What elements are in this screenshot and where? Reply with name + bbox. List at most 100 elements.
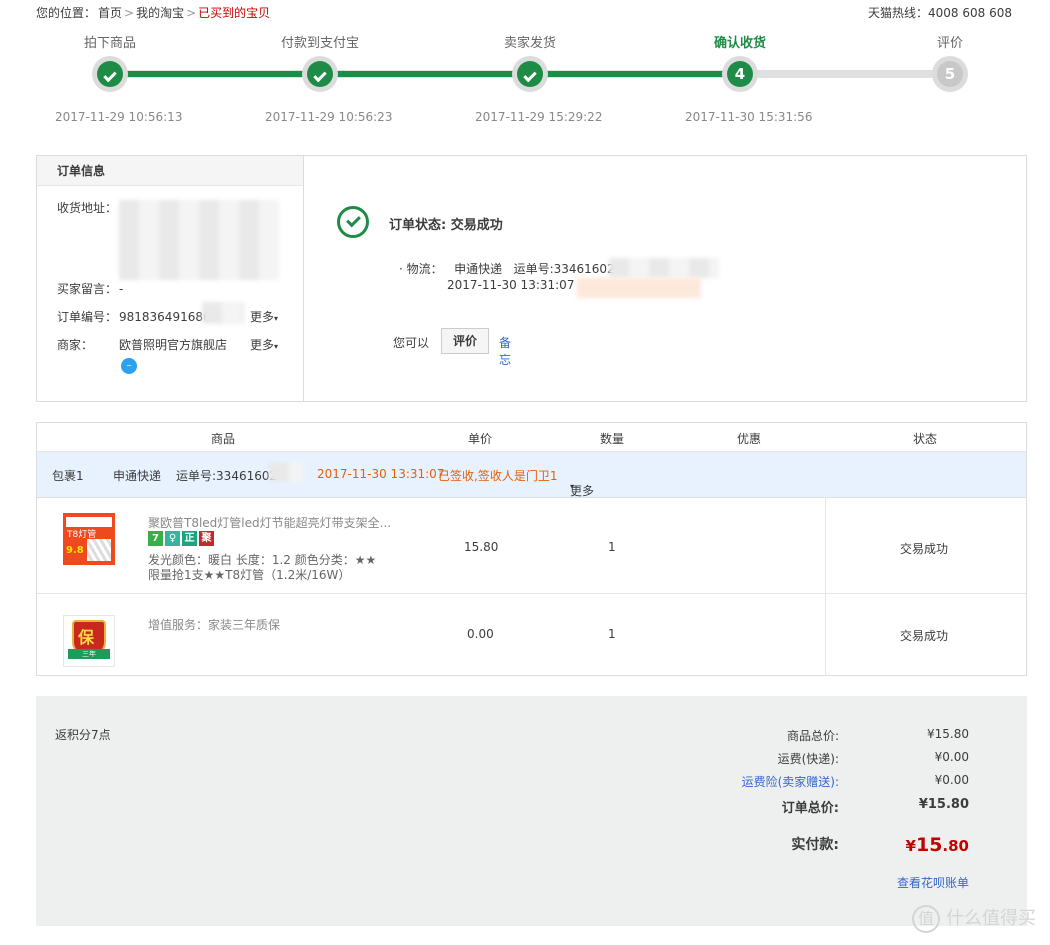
merchant-label: 商家：: [57, 338, 94, 352]
order-total-label: 订单总价:: [781, 801, 839, 816]
logistics-courier: 申通快递: [454, 262, 503, 276]
watermark-text: 什么值得买: [946, 908, 1036, 929]
more-label: 更多: [250, 310, 275, 324]
order-no-label: 订单编号：: [57, 310, 118, 324]
order-progress: 拍下商品 付款到支付宝 卖家发货 确认收货 评价 4 5 2017-11-29 …: [0, 30, 1050, 130]
table-row: T8灯管 9.8 聚欧普T8led灯管led灯节能超亮灯带支架全... 7 ♀ 正聚…: [37, 498, 1026, 594]
step-time: 2017-11-29 10:56:23: [265, 110, 393, 124]
protection-icon: ♀: [165, 531, 180, 546]
package-row: 包裹1 申通快递 运单号:33461602 2017-11-30 13:31:0…: [37, 452, 1026, 498]
rate-button[interactable]: 评价: [441, 328, 489, 354]
merchant-more[interactable]: 更多▾: [250, 336, 278, 353]
thumb-price: 9.8: [66, 545, 84, 556]
order-totals-panel: 返积分7点 商品总价: ¥15.80 运费(快递): ¥0.00 运费险(卖家赠…: [36, 696, 1027, 926]
step-dot-todo: 5: [932, 56, 968, 92]
order-info-panel: 订单信息 收货地址： 买家留言： - 订单编号： 9818364916869 更多▾…: [36, 155, 1027, 402]
shipping-label: 运费(快递):: [777, 752, 839, 766]
step-1: 拍下商品: [30, 36, 190, 56]
item-status: 交易成功: [900, 542, 949, 556]
order-status-text: 订单状态: 交易成功: [389, 218, 503, 233]
step-label: 确认收货: [713, 36, 766, 51]
step-4: 确认收货: [660, 36, 820, 56]
step-3: 卖家发货: [450, 36, 610, 56]
message-label: 买家留言：: [57, 282, 118, 296]
more-label: 更多: [250, 338, 275, 352]
address-redacted: [119, 200, 279, 280]
address-label: 收货地址：: [57, 201, 118, 215]
step-number: 4: [727, 61, 753, 87]
logistics-label: · 物流：: [399, 262, 443, 276]
step-label: 付款到支付宝: [280, 36, 359, 51]
address-row: 收货地址：: [57, 199, 119, 216]
goods-total-label: 商品总价:: [786, 729, 839, 743]
logistics-waybill: 运单号:33461602: [513, 262, 615, 276]
step-label: 卖家发货: [503, 36, 556, 51]
package-sign-status: 已签收,签收人是门卫1: [438, 469, 558, 483]
paid-currency: ¥: [905, 837, 916, 855]
order-items-table: 商品 单价 数量 优惠 状态 包裹1 申通快递 运单号:33461602 201…: [36, 422, 1027, 676]
you-can-label: 您可以: [393, 336, 430, 350]
huabei-bill-link[interactable]: 查看花呗账单: [897, 874, 969, 891]
breadcrumb-my-taobao[interactable]: 我的淘宝: [136, 6, 184, 20]
message-row: 买家留言： -: [57, 280, 123, 297]
product-thumbnail[interactable]: T8灯管 9.8: [63, 513, 115, 565]
breadcrumb-sep: >: [186, 6, 197, 20]
quantity: 1: [608, 627, 616, 641]
col-price: 单价: [468, 432, 493, 446]
package-waybill: 运单号:33461602: [176, 469, 278, 483]
step-label: 拍下商品: [83, 36, 136, 51]
paid-label: 实付款:: [791, 837, 839, 853]
breadcrumb-sep: >: [124, 6, 135, 20]
product-name-link[interactable]: 聚欧普T8led灯管led灯节能超亮灯带支架全...: [148, 514, 391, 531]
service-name: 增值服务：家装三年质保: [148, 618, 281, 632]
chevron-down-icon: ▾: [570, 482, 575, 491]
insurance-value: ¥0.00: [934, 773, 969, 787]
step-dot: [92, 56, 128, 92]
check-icon: [523, 68, 537, 83]
service-badges: 7 ♀ 正聚: [148, 530, 216, 546]
warranty-char: 保: [78, 628, 95, 647]
logistics-line: · 物流： 申通快递 运单号:33461602: [399, 260, 615, 277]
warranty-ribbon: 三年: [68, 649, 110, 659]
wangwang-chat-icon[interactable]: ~: [121, 358, 137, 374]
logistics-detail-redacted: [577, 278, 701, 298]
watermark: 值什么值得买: [912, 904, 1036, 933]
chevron-down-icon: ▾: [274, 342, 279, 351]
package-courier: 申通快递: [113, 469, 162, 483]
breadcrumb-home[interactable]: 首页: [98, 6, 122, 20]
step-time: 2017-11-30 15:31:56: [685, 110, 813, 124]
order-no-row: 订单编号： 9818364916869: [57, 308, 218, 325]
progress-track-filled: [110, 71, 740, 77]
logistics-time: 2017-11-30 13:31:07: [447, 278, 575, 292]
shipping-insurance-link[interactable]: 运费险(卖家赠送):: [742, 773, 839, 790]
step-number: 5: [937, 61, 963, 87]
paid-integer: 15: [915, 834, 943, 856]
order-no-more[interactable]: 更多▾: [250, 308, 278, 325]
seven-day-return-icon: 7: [148, 531, 163, 546]
success-check-icon: [337, 206, 369, 238]
unit-price: 0.00: [467, 627, 494, 641]
quantity: 1: [608, 540, 616, 554]
memo-link[interactable]: 备忘: [499, 334, 511, 368]
table-header: 商品 单价 数量 优惠 状态: [37, 423, 1026, 452]
top-bar: 您的位置： 首页 > 我的淘宝 > 已买到的宝贝 天猫热线：4008 608 608: [36, 4, 1012, 22]
step-time: 2017-11-29 10:56:13: [55, 110, 183, 124]
waybill-redacted: [609, 258, 719, 278]
step-dot-current: 4: [722, 56, 758, 92]
unit-price: 15.80: [464, 540, 499, 554]
order-no-redacted: [202, 302, 244, 324]
col-discount: 优惠: [737, 432, 762, 446]
step-2: 付款到支付宝: [240, 36, 400, 56]
paid-decimal: .80: [942, 837, 969, 855]
col-status: 状态: [913, 432, 938, 446]
product-attr: 限量抢1支★★T8灯管（1.2米/16W）: [148, 568, 351, 582]
shipping-value: ¥0.00: [934, 750, 969, 764]
check-icon: [103, 68, 117, 83]
order-info-title: 订单信息: [37, 156, 303, 186]
goods-total-value: ¥15.80: [927, 727, 969, 741]
reward-points: 返积分7点: [55, 728, 111, 742]
item-status: 交易成功: [900, 629, 949, 643]
chevron-down-icon: ▾: [274, 314, 279, 323]
merchant-link[interactable]: 欧普照明官方旗舰店: [119, 338, 227, 352]
warranty-thumbnail[interactable]: 保 三年: [63, 615, 115, 667]
